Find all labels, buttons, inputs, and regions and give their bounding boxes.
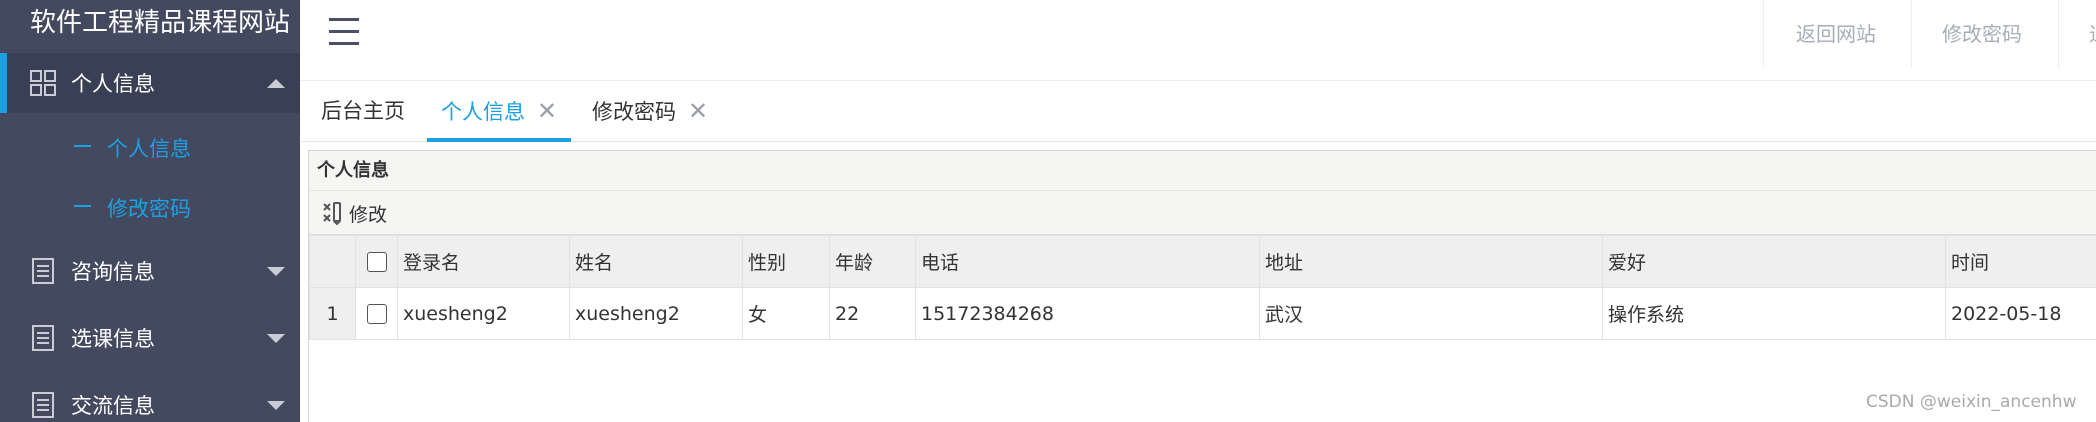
sidebar-menu-course-selection[interactable]: 选课信息 (0, 308, 300, 368)
data-table: 登录名 姓名 性别 年龄 电话 地址 爱好 时间 1 xuesheng2 xue… (309, 235, 2096, 340)
row-checkbox[interactable] (366, 304, 387, 324)
edit-icon (323, 202, 341, 225)
table-header-row: 登录名 姓名 性别 年龄 电话 地址 爱好 时间 (309, 235, 2096, 288)
dash-icon (74, 145, 91, 147)
edit-button-label: 修改 (349, 203, 388, 226)
select-all-cell (355, 235, 398, 288)
tab-label: 修改密码 (592, 100, 676, 124)
return-site-link[interactable]: 返回网站 (1763, 0, 1911, 68)
edit-button[interactable]: 修改 (321, 199, 387, 227)
panel-title: 个人信息 (309, 151, 2096, 191)
logout-link[interactable]: 退 (2058, 0, 2096, 68)
row-number-header (309, 235, 356, 288)
sidebar-menu-exchange-info[interactable]: 交流信息 (0, 375, 300, 422)
top-header: 返回网站 修改密码 退 (300, 0, 2096, 81)
caret-down-icon (267, 266, 285, 276)
caret-up-icon (267, 78, 285, 88)
tab-change-password[interactable]: 修改密码 ✕ (592, 82, 708, 142)
sidebar-menu-personal-info[interactable]: 个人信息 (0, 53, 300, 113)
column-header-age[interactable]: 年龄 (829, 235, 916, 288)
column-header-login-name[interactable]: 登录名 (397, 235, 570, 288)
change-password-link[interactable]: 修改密码 (1911, 0, 2058, 68)
caret-down-icon (267, 400, 285, 410)
close-icon[interactable]: ✕ (537, 82, 557, 140)
document-icon (32, 325, 54, 351)
column-header-time[interactable]: 时间 (1945, 235, 2096, 288)
column-header-name[interactable]: 姓名 (569, 235, 743, 288)
tab-label: 个人信息 (441, 100, 525, 124)
sidebar-subitem-label: 个人信息 (107, 137, 191, 161)
cell-phone: 15172384268 (915, 287, 1260, 340)
sidebar-subitem-change-password[interactable]: 修改密码 (0, 181, 300, 231)
column-header-address[interactable]: 地址 (1259, 235, 1603, 288)
row-number: 1 (309, 287, 356, 340)
sidebar-subitem-personal-info[interactable]: 个人信息 (0, 121, 300, 171)
watermark: CSDN @weixin_ancenhw (1866, 392, 2077, 412)
cell-address: 武汉 (1259, 287, 1603, 340)
cell-hobby: 操作系统 (1602, 287, 1946, 340)
table-row[interactable]: 1 xuesheng2 xuesheng2 女 22 15172384268 武… (309, 287, 2096, 340)
app-root: 软件工程精品课程网站 个人信息 个人信息 修改密码 咨询信息 选课信息 交流信息… (0, 0, 2096, 422)
column-header-hobby[interactable]: 爱好 (1602, 235, 1946, 288)
cell-name: xuesheng2 (569, 287, 743, 340)
dash-icon (74, 205, 91, 207)
column-header-phone[interactable]: 电话 (915, 235, 1260, 288)
sidebar-subitem-label: 修改密码 (107, 197, 191, 221)
panel-toolbar: 修改 (309, 191, 2096, 235)
column-header-gender[interactable]: 性别 (742, 235, 830, 288)
sidebar-menu-label: 个人信息 (71, 72, 155, 96)
tab-label: 后台主页 (321, 99, 405, 123)
sidebar-menu-label: 选课信息 (71, 327, 155, 351)
tab-bar: 后台主页 个人信息 ✕ 修改密码 ✕ (300, 82, 2096, 142)
cell-login-name: xuesheng2 (397, 287, 570, 340)
cell-age: 22 (829, 287, 916, 340)
tab-personal-info[interactable]: 个人信息 ✕ (427, 82, 572, 142)
select-all-checkbox[interactable] (366, 252, 387, 272)
caret-down-icon (267, 333, 285, 343)
sidebar: 软件工程精品课程网站 个人信息 个人信息 修改密码 咨询信息 选课信息 交流信息 (0, 0, 300, 422)
grid-icon (30, 70, 56, 96)
sidebar-menu-label: 交流信息 (71, 394, 155, 418)
cell-gender: 女 (742, 287, 830, 340)
sidebar-menu-consult-info[interactable]: 咨询信息 (0, 241, 300, 301)
cell-time: 2022-05-18 (1945, 287, 2096, 340)
close-icon[interactable]: ✕ (688, 82, 708, 140)
row-select-cell (355, 287, 398, 340)
hamburger-icon[interactable] (329, 18, 359, 46)
document-icon (32, 258, 54, 284)
site-title: 软件工程精品课程网站 (30, 8, 291, 38)
sidebar-menu-label: 咨询信息 (71, 260, 155, 284)
tab-home[interactable]: 后台主页 (321, 82, 405, 142)
document-icon (32, 392, 54, 418)
personal-info-panel: 个人信息 修改 登录名 姓名 性别 年龄 电话 地址 爱好 时间 1 xuesh… (308, 150, 2096, 422)
